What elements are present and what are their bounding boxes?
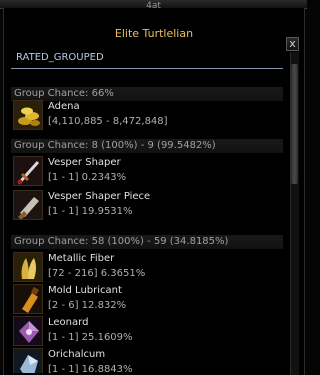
gold-coins-icon [13, 100, 43, 130]
window-title: Elite Turtlelian [114, 27, 194, 40]
item-name: Orichalcum [48, 349, 106, 360]
drop-item-adena[interactable]: Adena [4,110,885 - 8,472,848] [13, 100, 281, 132]
item-stats: [1 - 1] 16.8843% [48, 364, 133, 373]
scrollbar-thumb[interactable] [291, 64, 298, 184]
item-name: Vesper Shaper [48, 157, 121, 168]
item-stats: [72 - 216] 6.3651% [48, 268, 146, 279]
item-name: Adena [48, 101, 80, 112]
item-name: Metallic Fiber [48, 253, 115, 264]
drop-item-leonard[interactable]: Leonard [1 - 1] 25.1609% [13, 316, 281, 348]
sword-piece-icon [13, 190, 43, 220]
item-stats: [2 - 6] 12.832% [48, 300, 127, 311]
item-name: Mold Lubricant [48, 285, 122, 296]
leonard-gem-icon [13, 316, 43, 346]
close-icon: x [289, 37, 296, 50]
item-stats: [4,110,885 - 8,472,848] [48, 116, 168, 127]
drop-list-panel: RATED_GROUPED Group Chance: 66% Adena [4… [11, 43, 283, 373]
lubricant-bottle-icon [13, 284, 43, 314]
group-header: Group Chance: 8 (100%) - 9 (99.5482%) [11, 139, 283, 153]
item-stats: [1 - 1] 25.1609% [48, 332, 133, 343]
close-button[interactable]: x [286, 37, 299, 51]
fiber-icon [13, 252, 43, 282]
item-stats: [1 - 1] 19.9531% [48, 206, 133, 217]
item-name: Leonard [48, 317, 89, 328]
drop-item-orichalcum[interactable]: Orichalcum [1 - 1] 16.8843% [13, 348, 281, 373]
group-header: Group Chance: 66% [11, 87, 283, 101]
tab-underline [11, 68, 283, 69]
drop-item-vesper-shaper-piece[interactable]: Vesper Shaper Piece [1 - 1] 19.9531% [13, 190, 281, 222]
drop-item-mold-lubricant[interactable]: Mold Lubricant [2 - 6] 12.832% [13, 284, 281, 316]
group-header: Group Chance: 58 (100%) - 59 (34.8185%) [11, 235, 283, 249]
sword-icon [13, 156, 43, 186]
item-name: Vesper Shaper Piece [48, 191, 151, 202]
drop-item-vesper-shaper[interactable]: Vesper Shaper [1 - 1] 0.2343% [13, 156, 281, 188]
orichalcum-ore-icon [13, 348, 43, 373]
item-stats: [1 - 1] 0.2343% [48, 172, 127, 183]
drop-item-metallic-fiber[interactable]: Metallic Fiber [72 - 216] 6.3651% [13, 252, 281, 284]
tab-rated-grouped[interactable]: RATED_GROUPED [16, 52, 104, 63]
window-top-label: 4at [146, 1, 161, 9]
